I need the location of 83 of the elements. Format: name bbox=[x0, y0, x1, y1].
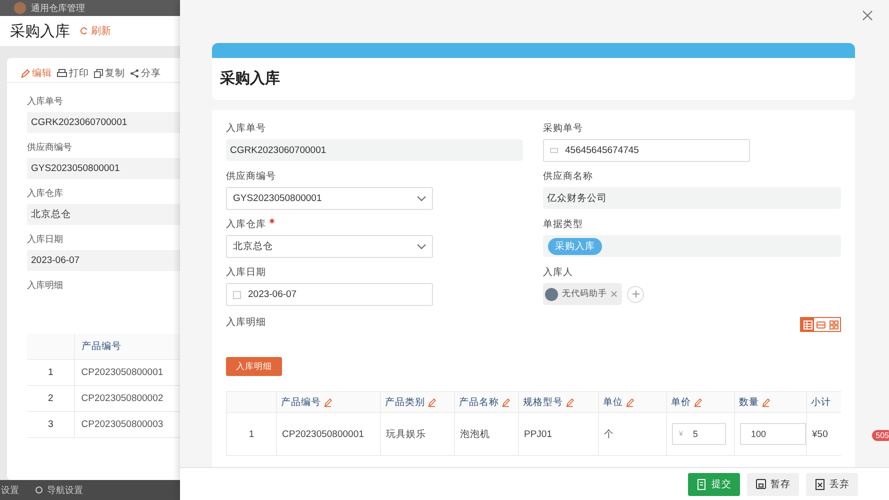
field-label: 入库仓库 bbox=[226, 218, 266, 231]
row-number: 1 bbox=[248, 428, 254, 440]
discard-icon bbox=[814, 478, 824, 490]
column-header: 单价 bbox=[671, 396, 691, 408]
refresh-icon bbox=[80, 27, 88, 35]
user-name: 无代码助手 bbox=[562, 288, 607, 300]
table-cell: 3 bbox=[27, 412, 75, 438]
avatar-icon bbox=[14, 2, 26, 14]
avatar-icon bbox=[545, 288, 558, 300]
count-badge: 505 bbox=[872, 430, 889, 441]
refresh-link[interactable]: 刷新 bbox=[80, 24, 111, 38]
input-value: 45645645674745 bbox=[565, 145, 639, 156]
quantity-input[interactable]: 100 bbox=[740, 423, 806, 445]
discard-button[interactable]: 丢弃 bbox=[806, 472, 858, 496]
field-label: 入库日期 bbox=[226, 266, 266, 279]
field-label: 入库日期 bbox=[27, 233, 64, 246]
save-icon bbox=[756, 479, 766, 489]
view-toggle[interactable] bbox=[827, 318, 840, 331]
field-label: 入库仓库 bbox=[27, 187, 64, 200]
toolbar-button[interactable]: 打印 bbox=[55, 66, 91, 80]
close-icon[interactable] bbox=[611, 291, 617, 297]
column-header: 产品编号 bbox=[281, 396, 321, 408]
column-header: 产品名称 bbox=[459, 396, 499, 408]
save-button[interactable]: 暂存 bbox=[747, 472, 799, 496]
field-label: 入库单号 bbox=[226, 122, 266, 135]
toolbar-button[interactable]: 分享 bbox=[128, 66, 163, 80]
print-icon bbox=[57, 68, 67, 78]
pencil-icon bbox=[21, 68, 30, 78]
toolbar-button[interactable]: 编辑 bbox=[19, 66, 54, 80]
select-field[interactable]: 北京总仓 bbox=[226, 235, 433, 258]
readonly-field: CGRK2023060700001 bbox=[226, 139, 523, 161]
table-cell: 泡泡机 bbox=[460, 428, 490, 440]
copy-icon bbox=[94, 68, 103, 78]
field-label: 供应商编号 bbox=[27, 141, 73, 154]
column-header: 小计 bbox=[811, 396, 831, 408]
document-icon bbox=[696, 478, 706, 490]
readonly-field: 亿众财务公司 bbox=[543, 187, 841, 209]
section-label: 入库明细 bbox=[226, 316, 266, 329]
table-cell: PPJ01 bbox=[524, 428, 552, 440]
column-header: 单位 bbox=[603, 396, 623, 408]
readonly-field: CGRK2023060700001 bbox=[27, 112, 180, 133]
select-value: GYS2023050800001 bbox=[233, 193, 322, 204]
field-label: 供应商编号 bbox=[226, 170, 276, 183]
user-chip[interactable]: 无代码助手 bbox=[543, 283, 622, 305]
column-header: 数量 bbox=[739, 396, 759, 408]
chevron-down-icon bbox=[417, 244, 426, 250]
text-icon bbox=[550, 148, 558, 153]
section-label: 入库明细 bbox=[27, 279, 64, 292]
readonly-field: GYS2023050800001 bbox=[27, 158, 180, 179]
nav-item[interactable]: 导航设置 bbox=[47, 484, 83, 496]
share-icon bbox=[130, 68, 139, 78]
close-button[interactable] bbox=[862, 9, 873, 20]
drawer-title: 采购入库 bbox=[219, 69, 281, 89]
field-label: 单据类型 bbox=[543, 218, 583, 231]
field-label: 入库人 bbox=[543, 266, 573, 279]
field-label: 入库单号 bbox=[27, 95, 64, 108]
view-toggle[interactable] bbox=[801, 318, 814, 331]
select-field[interactable]: GYS2023050800001 bbox=[226, 187, 433, 210]
input-field[interactable]: 45645645674745 bbox=[543, 139, 750, 162]
table-cell: 个 bbox=[604, 428, 614, 440]
readonly-field: 北京总仓 bbox=[27, 204, 180, 225]
table-cell: ¥50 bbox=[812, 428, 828, 440]
page-title: 采购入库 bbox=[10, 22, 70, 40]
add-user-button[interactable] bbox=[627, 286, 644, 302]
column-header: 规格型号 bbox=[523, 396, 563, 408]
select-value: 北京总仓 bbox=[233, 240, 273, 253]
date-value: 2023-06-07 bbox=[248, 289, 297, 300]
nav-item[interactable]: 设置 bbox=[1, 484, 19, 496]
field-label: 采购单号 bbox=[543, 122, 583, 135]
column-header: 产品类别 bbox=[385, 396, 425, 408]
field-label: 供应商名称 bbox=[543, 170, 593, 183]
plus-icon bbox=[632, 290, 640, 298]
type-tag: 采购入库 bbox=[548, 238, 602, 254]
calendar-icon bbox=[233, 290, 241, 298]
date-field[interactable]: 2023-06-07 bbox=[226, 283, 433, 306]
toolbar-button[interactable]: 复制 bbox=[92, 66, 127, 80]
table-cell: CP2023050800001 bbox=[282, 428, 364, 440]
table-cell: 1 bbox=[27, 360, 75, 386]
column-header: 产品编号 bbox=[74, 334, 180, 360]
table-cell: 玩具娱乐 bbox=[386, 428, 426, 440]
chevron-down-icon bbox=[417, 196, 426, 202]
table-cell: 2 bbox=[27, 386, 75, 412]
readonly-field: 2023-06-07 bbox=[27, 250, 180, 271]
